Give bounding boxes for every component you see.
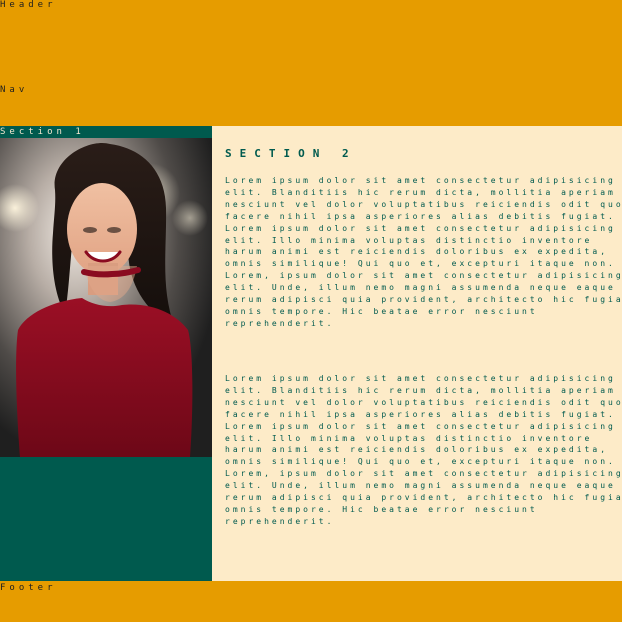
header: Header Nav — [0, 0, 622, 126]
section-1-label: Section 1 — [0, 127, 85, 137]
section-2-paragraph-2: Lorem ipsum dolor sit amet consectetur a… — [225, 374, 622, 526]
section-1: Section 1 — [0, 126, 212, 581]
footer: Footer — [0, 581, 622, 622]
section-2-title: Section 2 — [225, 147, 357, 160]
section-2: Section 2 Lorem ipsum dolor sit amet con… — [212, 126, 622, 581]
footer-label: Footer — [0, 583, 57, 593]
portrait-photo — [0, 138, 212, 457]
header-label: Header — [0, 0, 57, 10]
nav-label: Nav — [0, 85, 29, 95]
section-2-paragraph-1: Lorem ipsum dolor sit amet consectetur a… — [225, 176, 622, 328]
